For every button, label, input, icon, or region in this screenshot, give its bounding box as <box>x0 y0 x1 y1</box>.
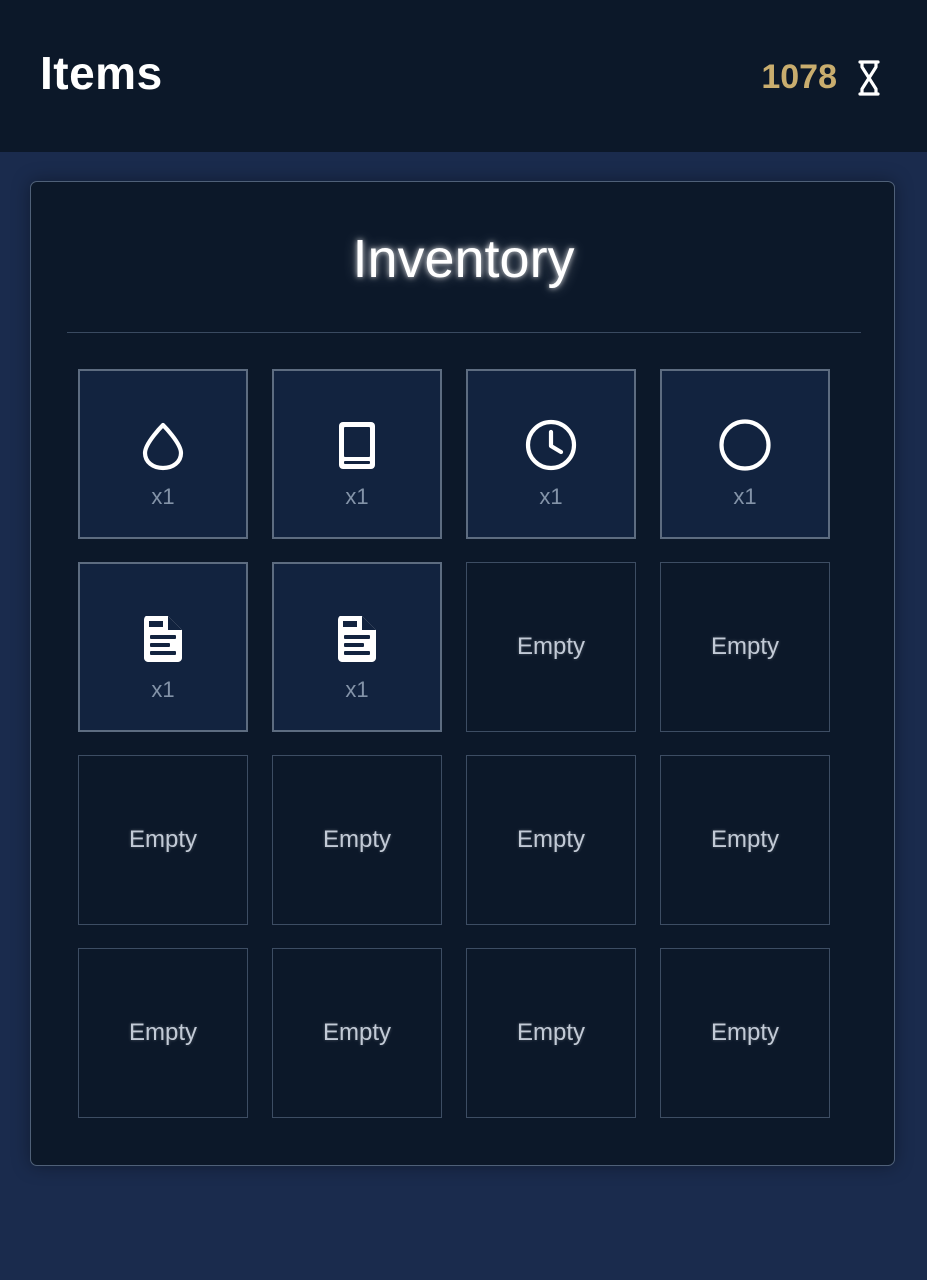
hourglass-icon <box>858 59 880 96</box>
inventory-slot-empty[interactable]: Empty <box>660 948 830 1118</box>
slot-quantity: x1 <box>733 484 757 509</box>
empty-slot-label: Empty <box>516 826 585 853</box>
inventory-slot-empty[interactable]: Empty <box>466 755 636 925</box>
time-counter: 1078 <box>761 58 881 97</box>
slot-quantity: x1 <box>345 484 369 509</box>
inventory-slot-water-drop[interactable]: x1 <box>78 369 248 539</box>
book-icon <box>331 419 383 471</box>
inventory-slot-document[interactable]: x1 <box>78 562 248 732</box>
empty-slot-label: Empty <box>710 633 779 660</box>
inventory-slot-clock[interactable]: x1 <box>466 369 636 539</box>
inventory-slot-empty[interactable]: Empty <box>466 562 636 732</box>
inventory-slot-empty[interactable]: Empty <box>272 755 442 925</box>
top-bar: Items 1078 <box>0 0 927 152</box>
document-icon <box>137 612 189 664</box>
water-drop-icon <box>137 419 189 471</box>
inventory-slot-empty[interactable]: Empty <box>660 562 830 732</box>
inventory-slot-empty[interactable]: Empty <box>272 948 442 1118</box>
slot-quantity: x1 <box>151 677 175 702</box>
page-title: Items <box>40 47 163 99</box>
empty-slot-label: Empty <box>710 1019 779 1046</box>
empty-slot-label: Empty <box>516 1019 585 1046</box>
clock-icon <box>525 419 577 471</box>
inventory-slot-circle[interactable]: x1 <box>660 369 830 539</box>
inventory-title: Inventory <box>352 229 575 289</box>
inventory-slot-empty[interactable]: Empty <box>78 948 248 1118</box>
slot-quantity: x1 <box>345 677 369 702</box>
divider <box>67 332 861 333</box>
empty-slot-label: Empty <box>322 1019 391 1046</box>
empty-slot-label: Empty <box>710 826 779 853</box>
empty-slot-label: Empty <box>128 826 197 853</box>
inventory-slot-empty[interactable]: Empty <box>78 755 248 925</box>
empty-slot-label: Empty <box>516 633 585 660</box>
inventory-slot-book[interactable]: x1 <box>272 369 442 539</box>
slot-quantity: x1 <box>151 484 175 509</box>
circle-icon <box>719 419 771 471</box>
inventory-slot-empty[interactable]: Empty <box>466 948 636 1118</box>
empty-slot-label: Empty <box>322 826 391 853</box>
counter-value: 1078 <box>761 58 837 96</box>
slot-quantity: x1 <box>539 484 563 509</box>
inventory-grid: x1 x1 x1 x1 x1 x1 Empty Empty Empty Empt… <box>78 369 830 1118</box>
empty-slot-label: Empty <box>128 1019 197 1046</box>
document-icon <box>331 612 383 664</box>
inventory-slot-document[interactable]: x1 <box>272 562 442 732</box>
inventory-slot-empty[interactable]: Empty <box>660 755 830 925</box>
